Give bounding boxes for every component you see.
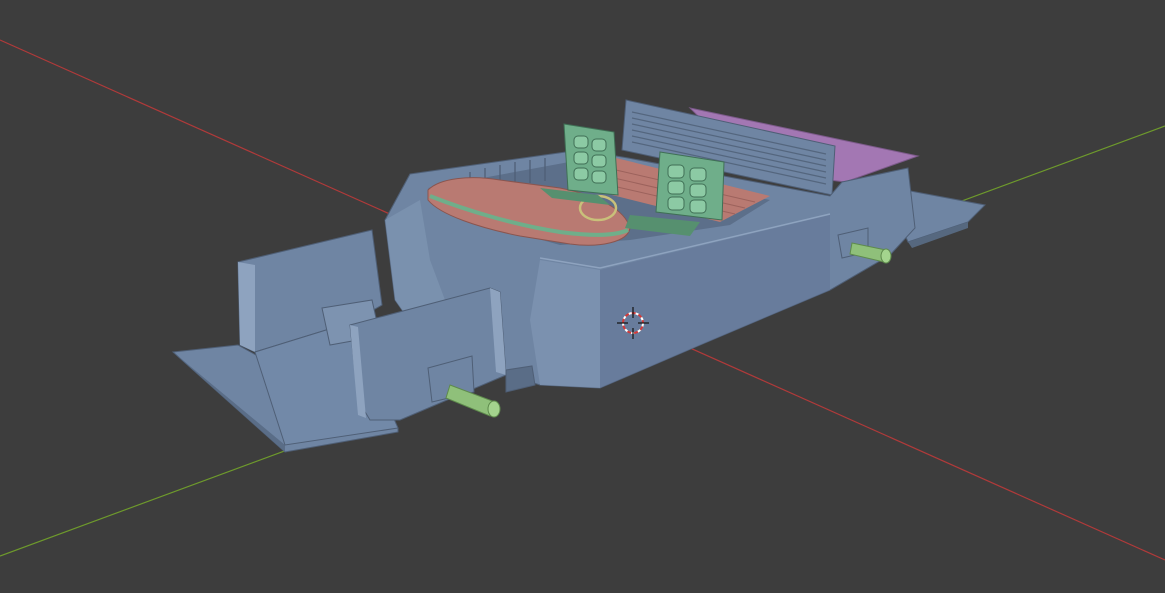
3d-viewport[interactable] xyxy=(0,0,1165,593)
viewport-canvas[interactable] xyxy=(0,0,1165,593)
car-chassis-model[interactable] xyxy=(171,99,987,453)
